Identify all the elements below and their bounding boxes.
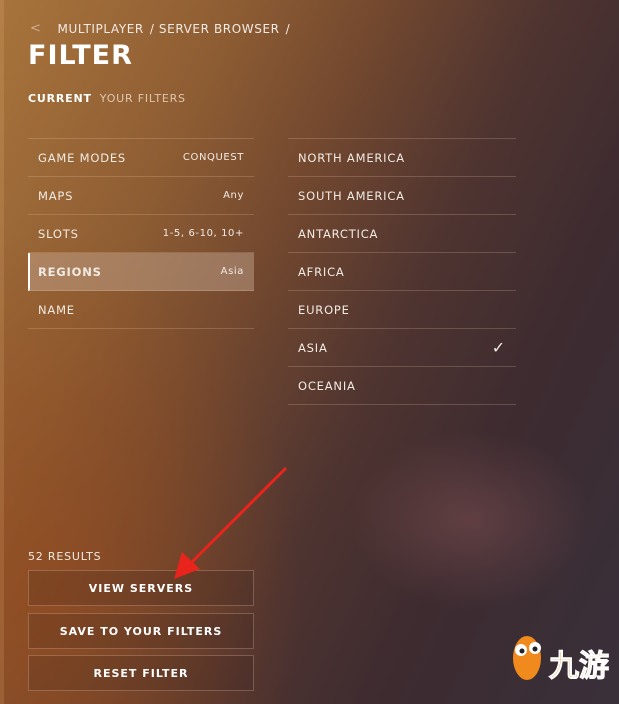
annotation-arrow: [174, 466, 288, 579]
svg-text:九游: 九游: [549, 649, 609, 684]
watermark-logo: 九游: [505, 628, 615, 688]
